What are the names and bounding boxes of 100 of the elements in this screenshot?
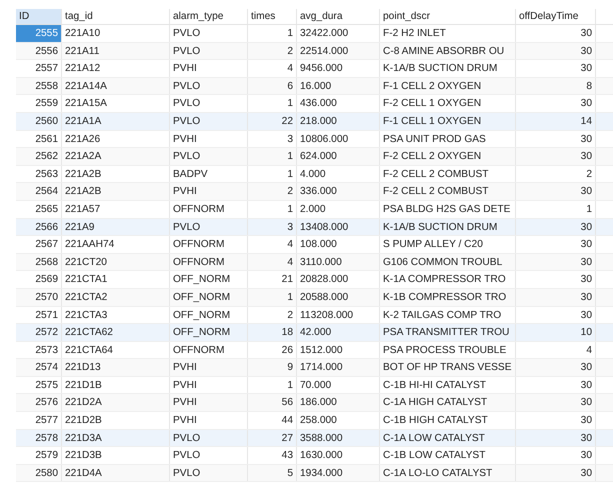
table-cell: 221A14A (62, 78, 170, 94)
column-header[interactable]: offDelayTime (516, 9, 596, 24)
table-cell: 30 (516, 95, 596, 112)
table-cell: 30 (516, 130, 596, 148)
table-cell: OFF_NORM (170, 288, 248, 306)
table-cell: 221A2A (62, 148, 170, 165)
table-cell: C-8 AMINE ABSORBR OU (380, 42, 516, 60)
table-cell: 18 (248, 324, 297, 341)
table-cell: 2568 (16, 254, 62, 270)
table-cell: 221CTA2 (62, 288, 170, 306)
table-cell: 2578 (16, 430, 62, 446)
table-cell: 221A57 (62, 200, 170, 218)
table-cell: 113208.000 (297, 306, 380, 324)
table-cell: C-1A HIGH CATALYST (380, 394, 516, 412)
column-header[interactable]: alarm_type (170, 9, 248, 24)
table-cell: 26 (248, 342, 297, 358)
table-cell: PVLO (170, 112, 248, 130)
table-cell: 1 (248, 25, 297, 42)
table-cell: 2558 (16, 78, 62, 94)
table-cell: 3 (248, 130, 297, 148)
table-cell: 30 (516, 148, 596, 165)
table-cell: 2569 (16, 271, 62, 288)
table-cell: C-1B HI-HI CATALYST (380, 376, 516, 394)
table-cell: 2562 (16, 148, 62, 165)
table-cell: 221A26 (62, 130, 170, 148)
table-cell: 30 (516, 288, 596, 306)
table-cell: PVLO (170, 95, 248, 112)
table-cell: 2565 (16, 200, 62, 218)
column-header[interactable]: point_dscr (380, 9, 516, 24)
table-cell: PSA BLDG H2S GAS DETE (380, 200, 516, 218)
column-header[interactable]: tag_id (62, 9, 170, 24)
table-cell: 2 (516, 166, 596, 182)
column-header[interactable]: times (248, 9, 297, 24)
table-cell: 221D2B (62, 412, 170, 429)
table-cell: 30 (516, 306, 596, 324)
table-cell: 4 (248, 60, 297, 77)
table-cell: 2556 (16, 42, 62, 60)
table-cell: 32422.000 (297, 25, 380, 42)
table-cell: 2563 (16, 166, 62, 182)
table-cell: 42.000 (297, 324, 380, 341)
table-cell: OFF_NORM (170, 271, 248, 288)
table-cell: 56 (248, 394, 297, 412)
table-cell: 2579 (16, 447, 62, 464)
table-cell: 221CTA62 (62, 324, 170, 341)
table-cell: C-1A LOW CATALYST (380, 430, 516, 446)
table-cell: BADPV (170, 166, 248, 182)
table-cell: 30 (516, 254, 596, 270)
table-cell: OFFNORM (170, 200, 248, 218)
table-cell: 2580 (16, 464, 62, 482)
table-cell: 3588.000 (297, 430, 380, 446)
table-cell: 221D2A (62, 394, 170, 412)
table-cell: 221AAH74 (62, 236, 170, 253)
table-cell: 2560 (16, 112, 62, 130)
table-cell: 2567 (16, 236, 62, 253)
table-cell: 2557 (16, 60, 62, 77)
table-cell: 1934.000 (297, 464, 380, 482)
table-cell: 2564 (16, 183, 62, 200)
table-cell: 221A1A (62, 112, 170, 130)
table-cell: OFFNORM (170, 342, 248, 358)
table-cell: 30 (516, 25, 596, 42)
column-header[interactable]: avg_dura (297, 9, 380, 24)
table-cell: PVHI (170, 60, 248, 77)
table-cell: 221A2B (62, 183, 170, 200)
table-cell: 30 (516, 412, 596, 429)
table-cell: F-2 CELL 2 OXYGEN (380, 148, 516, 165)
table-cell: PVLO (170, 447, 248, 464)
column-header[interactable]: ID (16, 9, 62, 24)
table-cell: 3110.000 (297, 254, 380, 270)
table-cell: PSA UNIT PROD GAS (380, 130, 516, 148)
table-cell: 22514.000 (297, 42, 380, 60)
table-cell: 6 (248, 78, 297, 94)
table-cell: K-1A/B SUCTION DRUM (380, 218, 516, 236)
table-cell: PVLO (170, 42, 248, 60)
table-cell: 8 (516, 78, 596, 94)
table-cell: 2555 (16, 25, 62, 42)
table-cell: 221D3A (62, 430, 170, 446)
table-cell: 14 (516, 112, 596, 130)
table-cell: 1512.000 (297, 342, 380, 358)
table-cell: 21 (248, 271, 297, 288)
table-cell: K-2 TAILGAS COMP TRO (380, 306, 516, 324)
table-cell: 1 (248, 288, 297, 306)
table-cell: 10 (516, 324, 596, 341)
table-cell: 4 (248, 254, 297, 270)
table-cell: 221A10 (62, 25, 170, 42)
table-cell: PSA PROCESS TROUBLE (380, 342, 516, 358)
table-cell: F-2 CELL 2 COMBUST (380, 183, 516, 200)
table-cell: 2577 (16, 412, 62, 429)
table-cell: 30 (516, 42, 596, 60)
table-cell: OFF_NORM (170, 306, 248, 324)
table-cell: PVHI (170, 183, 248, 200)
table-cell: PVLO (170, 25, 248, 42)
table-cell: 27 (248, 430, 297, 446)
table-cell: OFFNORM (170, 254, 248, 270)
table-cell: 1 (248, 148, 297, 165)
table-cell: OFF_NORM (170, 324, 248, 341)
table-cell: C-1A LO-LO CATALYST (380, 464, 516, 482)
table-cell: 30 (516, 359, 596, 376)
table-cell: F-2 CELL 1 OXYGEN (380, 95, 516, 112)
table-cell: PVHI (170, 394, 248, 412)
table-cell: 1 (248, 200, 297, 218)
